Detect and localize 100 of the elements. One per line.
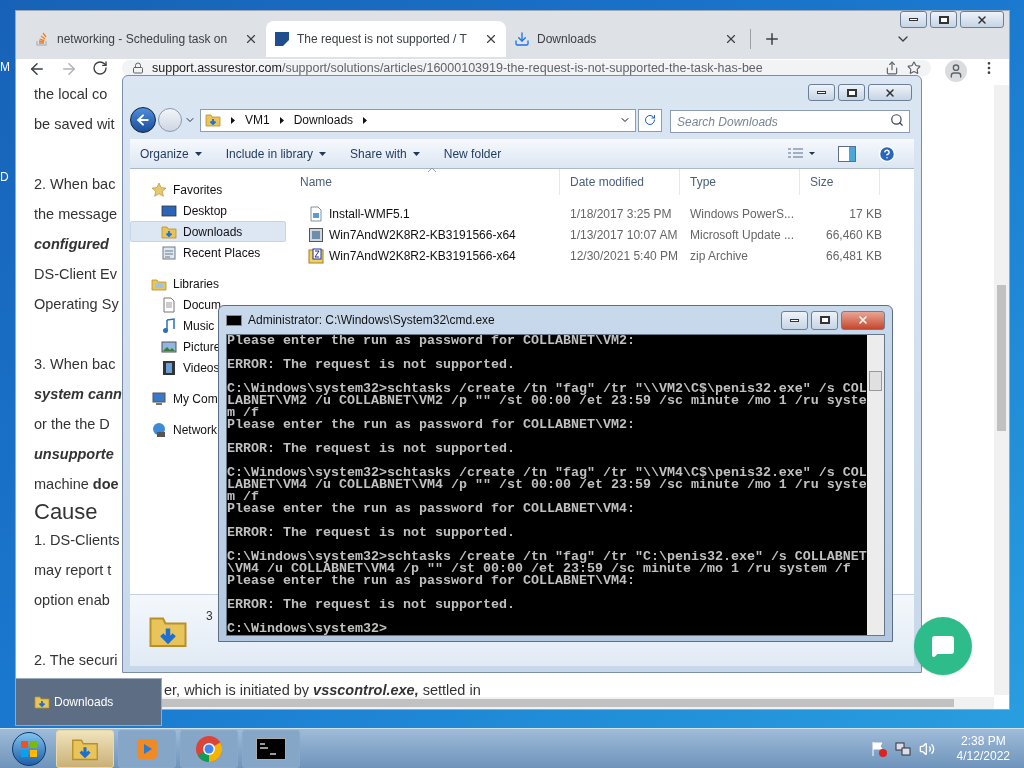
restore-icon	[846, 88, 857, 97]
console-line: Please enter the run as password for COLLABNET\VM2:	[227, 419, 635, 431]
flag-icon[interactable]	[870, 740, 887, 757]
nav-item[interactable]: Libraries	[148, 273, 223, 294]
tab-title: The request is not supported / T	[297, 31, 468, 48]
article-text: unsupporte	[34, 445, 114, 464]
film-icon	[161, 359, 177, 376]
close-icon[interactable]	[484, 32, 498, 46]
scrollbar-thumb[interactable]	[997, 285, 1006, 431]
nav-item[interactable]: Videos	[130, 357, 223, 378]
back-button[interactable]	[130, 107, 156, 133]
article-text: option enab	[34, 591, 110, 610]
network-icon[interactable]	[894, 740, 911, 757]
toolbar-button[interactable]: New folder	[443, 144, 502, 163]
browser-tab[interactable]: The request is not supported / T	[266, 21, 506, 57]
share-icon[interactable]	[885, 61, 899, 75]
chrome-icon	[195, 734, 223, 763]
new-tab-icon[interactable]	[763, 30, 781, 48]
window-title: Administrator: C:\Windows\System32\cmd.exe	[248, 312, 495, 329]
nav-item[interactable]: Downloads	[130, 221, 286, 242]
column-header[interactable]: Size	[800, 169, 880, 195]
file-size: 17 KB	[849, 206, 882, 221]
console-line: C:\Windows\system32>schtasks /create /tn "fag" /tr "\\VM4\C$\penis32.exe" /s COL	[227, 467, 867, 479]
maximize-button[interactable]	[838, 84, 865, 101]
start-button[interactable]	[12, 731, 46, 766]
maximize-button[interactable]	[811, 310, 838, 330]
console-line: ERROR: The request is not supported.	[227, 527, 515, 539]
toolbar-button[interactable]: Share with	[350, 144, 420, 163]
close-icon[interactable]	[724, 32, 738, 46]
minimize-button[interactable]	[808, 84, 835, 101]
person-icon	[948, 63, 964, 79]
reload-icon[interactable]	[92, 60, 108, 76]
minimize-button[interactable]	[900, 11, 927, 28]
help-icon[interactable]	[878, 144, 896, 163]
url-text: support.assurestor.com/support/solutions/articles/16000103919-the-request-is-not-supported-the-task-has-bee	[152, 61, 763, 75]
back-icon[interactable]	[28, 60, 46, 78]
file-name[interactable]: Win7AndW2K8R2-KB3191566-x64	[329, 225, 516, 244]
browser-tab[interactable]: Downloads	[506, 21, 746, 57]
address-field[interactable]: VM1 Downloads	[200, 108, 636, 132]
tab-title: Downloads	[537, 31, 598, 48]
nav-item[interactable]: Network	[148, 419, 220, 440]
article-text: be saved wit	[34, 115, 115, 134]
address-bar[interactable]: support.assurestor.com/support/solutions/articles/16000103919-the-request-is-not-supported-the-task-has-bee	[122, 60, 931, 76]
taskbar-app[interactable]	[242, 729, 300, 768]
article-text: or the the D	[34, 415, 110, 434]
console-line: ERROR: The request is not supported.	[227, 443, 515, 455]
console-icon	[256, 737, 286, 760]
minimize-icon	[817, 91, 826, 94]
close-button[interactable]	[960, 11, 1004, 28]
preview-pane-icon[interactable]	[838, 145, 856, 162]
file-name[interactable]: Install-WMF5.1	[329, 204, 410, 223]
document-icon	[161, 296, 177, 313]
browser-tab[interactable]: networking - Scheduling task on	[26, 21, 266, 57]
file-size: 66,481 KB	[825, 248, 882, 263]
refresh-icon	[644, 114, 656, 126]
refresh-button[interactable]	[638, 108, 662, 132]
search-field[interactable]: Search Downloads	[670, 110, 910, 133]
minimize-button[interactable]	[781, 310, 808, 330]
breadcrumb-item[interactable]: Downloads	[293, 111, 354, 129]
column-header[interactable]: Type	[680, 169, 800, 195]
desktop-icon	[161, 202, 177, 219]
nav-item[interactable]: Recent Places	[130, 242, 264, 263]
desktop-icon-label: M	[0, 59, 10, 76]
scrollbar-thumb[interactable]	[869, 371, 882, 391]
profile-avatar[interactable]	[945, 60, 967, 82]
nav-item[interactable]: My Com	[148, 388, 221, 409]
toolbar-button[interactable]: Organize	[140, 144, 202, 163]
toolbar-button[interactable]: Include in library	[225, 144, 327, 163]
bookmark-star-icon[interactable]	[907, 61, 921, 75]
maximize-button[interactable]	[930, 11, 957, 28]
nav-item[interactable]: Music	[130, 315, 218, 336]
nav-item[interactable]: Favorites	[148, 179, 226, 200]
close-icon[interactable]	[244, 32, 258, 46]
star-icon	[151, 181, 167, 198]
script-file-icon	[308, 205, 324, 222]
column-header[interactable]: Date modified	[560, 169, 680, 195]
back-icon	[135, 112, 151, 128]
breadcrumb-arrow-icon[interactable]	[279, 116, 284, 124]
volume-icon[interactable]	[918, 740, 935, 757]
globe-icon	[151, 421, 167, 438]
article-text: 2. When bac	[34, 175, 116, 194]
file-name[interactable]: Win7AndW2K8R2-KB3191566-x64	[329, 246, 516, 265]
article-text: machine doe	[34, 475, 119, 494]
taskbar-thumbnail-tooltip[interactable]: Downloads	[15, 678, 162, 726]
close-button[interactable]	[868, 84, 912, 101]
column-header[interactable]: Name	[290, 169, 560, 195]
console-line: Please enter the run as password for COLLABNET\VM4:	[227, 503, 635, 515]
caret-icon	[319, 151, 327, 156]
caret-icon	[194, 151, 202, 156]
view-options-icon[interactable]	[788, 147, 816, 160]
console-line: LABNET\VM2 /u COLLABNET\VM2 /p "" /st 00:00 /et 23:59 /sc minute /mo 1 /ru syste	[227, 395, 867, 407]
breadcrumb-arrow-icon[interactable]	[231, 116, 235, 124]
caret-icon	[412, 151, 420, 156]
console-line: ERROR: The request is not supported.	[227, 359, 515, 371]
download-icon	[514, 31, 530, 47]
console-line: C:\Windows\system32>schtasks /create /tn "fag" /tr "C:\penis32.exe" /s COLLABNET	[227, 551, 867, 563]
breadcrumb-arrow-icon[interactable]	[363, 116, 368, 124]
breadcrumb-item[interactable]: VM1	[245, 111, 270, 129]
nav-item[interactable]: Desktop	[130, 200, 231, 221]
item-count: 3	[206, 607, 213, 625]
